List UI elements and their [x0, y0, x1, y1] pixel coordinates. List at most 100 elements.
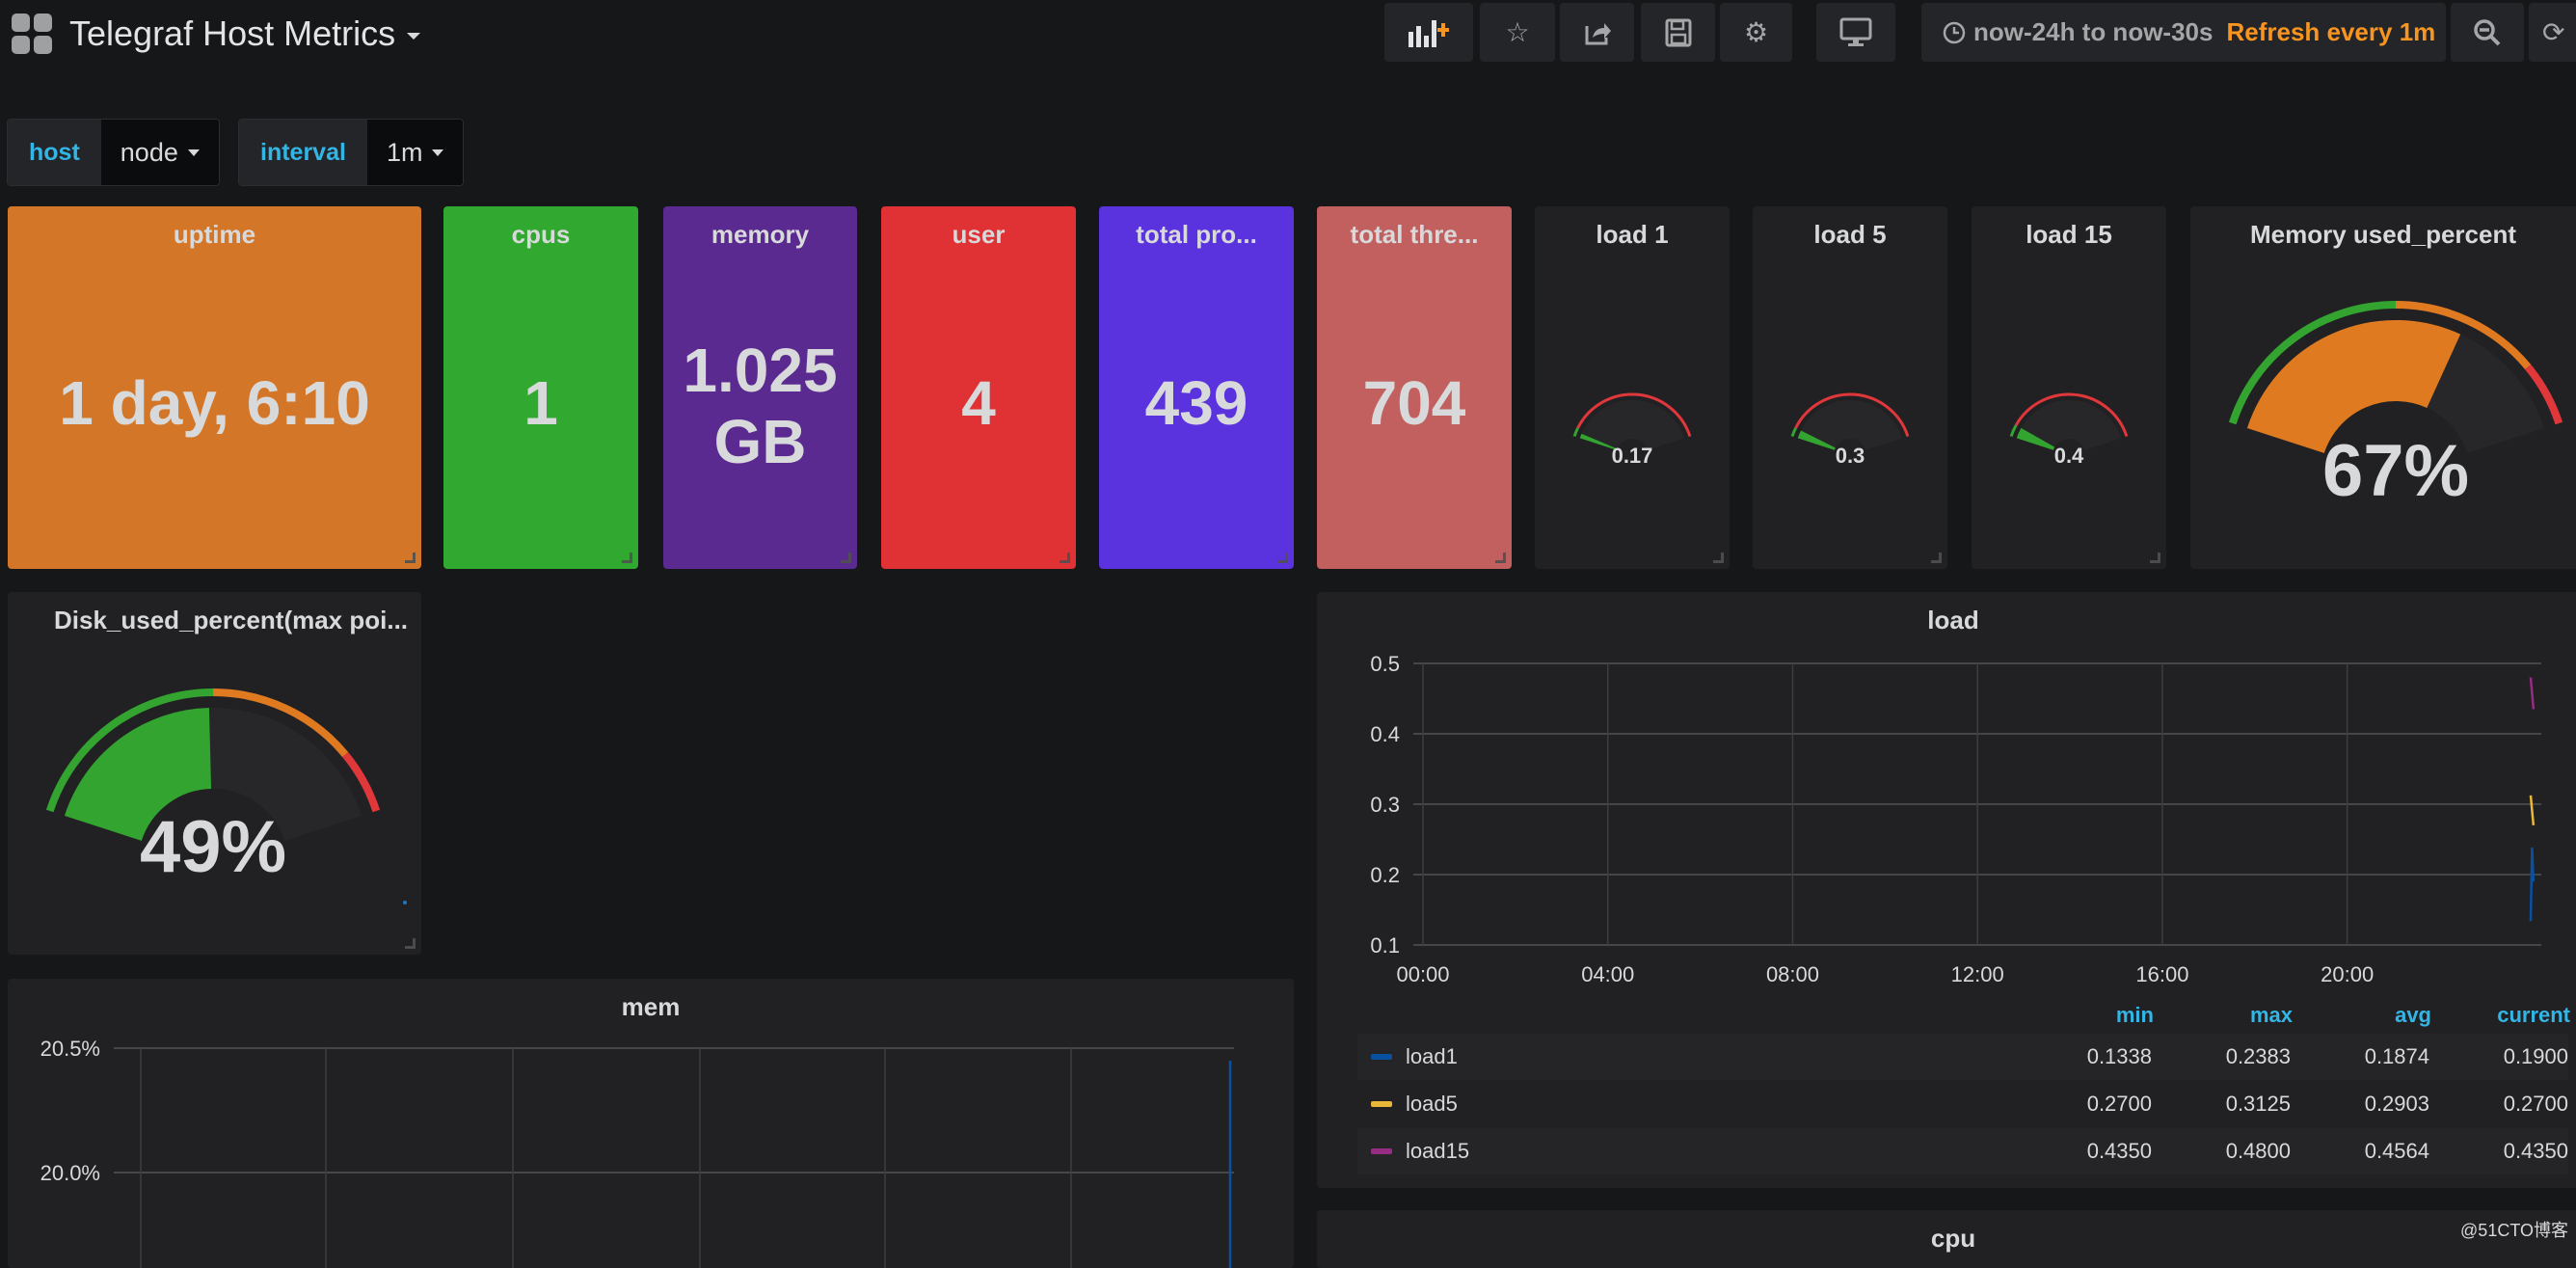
gauge-value-label: 49%: [140, 806, 286, 888]
resize-handle[interactable]: [405, 938, 416, 949]
resize-handle[interactable]: [1277, 553, 1288, 563]
resize-handle[interactable]: [1060, 553, 1070, 563]
clock-icon: [1943, 21, 1966, 43]
resize-handle[interactable]: [841, 553, 851, 563]
resize-handle[interactable]: [405, 553, 416, 563]
panel-title[interactable]: memory: [663, 220, 857, 250]
save-icon: [1665, 18, 1691, 46]
zoom-out-icon: [2474, 18, 2501, 45]
y-tick-label: 0.2: [1370, 863, 1400, 887]
legend-column-max[interactable]: max: [2177, 1003, 2293, 1028]
variable-interval: interval 1m: [238, 119, 465, 186]
gauge-panel-disk-used-percent[interactable]: Disk_used_percent(max poi... 49%: [8, 592, 421, 955]
load-chart: 0.5 0.4 0.3 0.2 0.1 00:00 04:00 08:00 12:00 16:00…: [1370, 652, 2541, 986]
add-panel-button[interactable]: [1384, 3, 1473, 62]
panel-title[interactable]: total thre...: [1317, 220, 1512, 250]
legend-series-name[interactable]: load15: [1406, 1139, 2013, 1164]
dashboard-title[interactable]: Telegraf Host Metrics: [69, 13, 421, 54]
gauge-value-label: 0.3: [1836, 444, 1865, 468]
series-line-load5: [2529, 795, 2536, 826]
gauge-panel-load5[interactable]: load 5 0.3: [1753, 206, 1947, 569]
legend-value-min: 0.1338: [2086, 1044, 2152, 1068]
stat-panel-user[interactable]: user 4: [881, 206, 1076, 569]
gauge-panel-memory-used-percent[interactable]: Memory used_percent 67%: [2190, 206, 2576, 569]
dashboard-menu-icon[interactable]: [12, 13, 52, 54]
chevron-down-icon: [407, 32, 421, 40]
legend-series-name[interactable]: load5: [1406, 1092, 2013, 1117]
legend-swatch[interactable]: [1371, 1101, 1392, 1107]
gauge-threshold-band: [2009, 424, 2018, 438]
stat-value: 1: [523, 368, 558, 438]
legend-value-current: 0.1900: [2503, 1044, 2568, 1068]
y-tick-label: 20.0%: [40, 1161, 100, 1185]
legend-row[interactable]: load1 0.1338 0.2383 0.1874 0.1900: [1357, 1034, 2568, 1080]
graph-panel-cpu[interactable]: cpu: [1317, 1210, 2576, 1268]
gauge-track: [2016, 400, 2122, 451]
legend-value-avg: 0.2903: [2364, 1092, 2429, 1116]
panel-title[interactable]: cpu: [1317, 1224, 2576, 1254]
graph-panel-mem[interactable]: mem 20.5% 20.0%: [8, 979, 1294, 1268]
caret-down-icon: [187, 148, 200, 156]
resize-handle[interactable]: [1495, 553, 1506, 563]
stat-panel-total-threads[interactable]: total thre... 704: [1317, 206, 1512, 569]
resize-handle[interactable]: [1931, 553, 1942, 563]
variable-interval-label: interval: [239, 120, 367, 185]
legend-row[interactable]: load5 0.2700 0.3125 0.2903 0.2700: [1357, 1081, 2568, 1127]
stat-panel-memory[interactable]: memory 1.025 GB: [663, 206, 857, 569]
refresh-button[interactable]: ⟳: [2529, 3, 2576, 62]
gauge-panel-load1[interactable]: load 1 0.17: [1535, 206, 1730, 569]
variable-interval-select[interactable]: 1m: [366, 120, 464, 185]
graph-panel-load[interactable]: load 0.5 0.4 0.3 0.2 0.1 00:00 04:00 08:00 12:00…: [1317, 592, 2576, 1188]
stat-value: 439: [1144, 368, 1248, 438]
stat-value: 1 day, 6:10: [59, 368, 370, 438]
panel-title[interactable]: user: [881, 220, 1076, 250]
legend-value-min: 0.2700: [2086, 1092, 2152, 1116]
legend-value-max: 0.4800: [2225, 1139, 2291, 1163]
gauge-disk-used-percent: 49%: [45, 688, 381, 888]
legend-series-name[interactable]: load1: [1406, 1044, 2013, 1069]
save-button[interactable]: [1641, 3, 1715, 62]
refresh-icon: ⟳: [2542, 17, 2565, 47]
share-icon: [1585, 22, 1611, 44]
tv-mode-button[interactable]: [1816, 3, 1895, 62]
legend-value-current: 0.4350: [2503, 1139, 2568, 1163]
time-range-label: now-24h to now-30s: [1973, 17, 2214, 46]
legend-column-min[interactable]: min: [2038, 1003, 2154, 1028]
gauge-threshold-band: [1790, 427, 1798, 438]
time-range-picker[interactable]: now-24h to now-30s Refresh every 1m: [1921, 3, 2446, 62]
legend-row[interactable]: load15 0.4350 0.4800 0.4564 0.4350: [1357, 1128, 2568, 1174]
panel-title[interactable]: uptime: [8, 220, 421, 250]
monitor-icon: [1839, 17, 1872, 46]
resize-handle[interactable]: [2150, 553, 2160, 563]
gauge-load5: 0.3: [1790, 392, 1910, 468]
legend-column-avg[interactable]: avg: [2316, 1003, 2431, 1028]
legend-swatch[interactable]: [1371, 1148, 1392, 1154]
resize-handle[interactable]: [1713, 553, 1724, 563]
resize-handle[interactable]: [622, 553, 632, 563]
panel-title[interactable]: cpus: [443, 220, 638, 250]
stat-panel-cpus[interactable]: cpus 1: [443, 206, 638, 569]
legend-value-avg: 0.4564: [2364, 1139, 2429, 1163]
y-tick-label: 20.5%: [40, 1037, 100, 1061]
legend-value-max: 0.2383: [2225, 1044, 2291, 1068]
stat-panel-uptime[interactable]: uptime 1 day, 6:10: [8, 206, 421, 569]
y-tick-label: 0.4: [1370, 722, 1400, 746]
x-tick-label: 16:00: [2135, 962, 2188, 986]
settings-button[interactable]: ⚙: [1720, 3, 1792, 62]
zoom-out-button[interactable]: [2451, 3, 2524, 62]
caret-down-icon: [432, 148, 444, 156]
gauge-value-arc: [1797, 430, 1836, 451]
gauge-panel-load15[interactable]: load 15 0.4: [1972, 206, 2166, 569]
star-button[interactable]: ☆: [1480, 3, 1555, 62]
legend-column-current[interactable]: current: [2455, 1003, 2570, 1028]
gauge-value-arc: [1579, 433, 1618, 450]
stat-panel-total-processes[interactable]: total pro... 439: [1099, 206, 1294, 569]
stat-value: 704: [1362, 368, 1466, 438]
share-button[interactable]: [1560, 3, 1634, 62]
legend-swatch[interactable]: [1371, 1054, 1392, 1060]
variable-host-select[interactable]: node: [100, 120, 219, 185]
series-line-load15: [2529, 677, 2536, 710]
panel-title[interactable]: total pro...: [1099, 220, 1294, 250]
refresh-interval-label: Refresh every 1m: [2226, 17, 2436, 46]
variable-host: host node: [7, 119, 220, 186]
